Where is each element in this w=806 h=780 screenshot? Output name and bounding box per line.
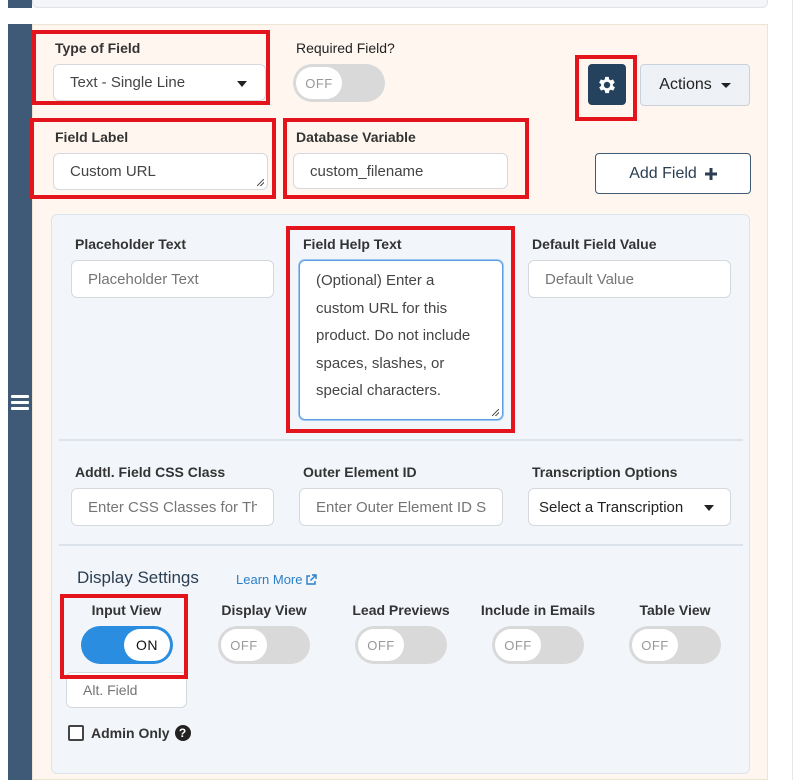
settings-button[interactable]	[588, 64, 626, 105]
admin-only-label: Admin Only	[91, 725, 170, 741]
field-label-input[interactable]: Custom URL	[53, 153, 268, 190]
default-field-value-input[interactable]	[528, 260, 731, 298]
learn-more-link[interactable]: Learn More	[236, 572, 318, 587]
table-view-label: Table View	[639, 602, 711, 618]
hamburger-icon	[11, 392, 29, 413]
chevron-down-icon	[237, 81, 247, 87]
actions-label: Actions	[659, 76, 712, 93]
actions-dropdown[interactable]: Actions	[640, 64, 750, 106]
display-view-label: Display View	[221, 602, 307, 618]
input-view-state: ON	[124, 629, 170, 661]
input-view-toggle[interactable]: ON	[81, 626, 173, 664]
field-help-text-textarea[interactable]: (Optional) Enter a custom URL for this p…	[299, 260, 503, 420]
database-variable-input[interactable]: custom_filename	[293, 153, 508, 189]
transcription-select[interactable]: Select a Transcription	[528, 488, 731, 526]
admin-only-row: Admin Only ?	[68, 725, 191, 741]
transcription-options-label: Transcription Options	[532, 464, 678, 480]
drag-handle[interactable]	[8, 24, 32, 780]
display-settings-title: Display Settings	[77, 568, 199, 587]
lead-previews-toggle[interactable]: OFF	[355, 626, 447, 664]
learn-more-text: Learn More	[236, 572, 303, 587]
outer-element-id-label: Outer Element ID	[303, 464, 417, 480]
display-view-state: OFF	[221, 629, 267, 661]
display-view-toggle[interactable]: OFF	[218, 626, 310, 664]
alt-field-input[interactable]	[66, 672, 187, 708]
lead-previews-state: OFF	[358, 629, 404, 661]
css-class-input[interactable]	[71, 488, 274, 526]
outer-element-id-input[interactable]	[299, 488, 503, 526]
required-field-label: Required Field?	[296, 40, 395, 56]
include-in-emails-state: OFF	[495, 629, 541, 661]
add-field-label: Add Field	[629, 164, 697, 182]
default-field-value-label: Default Field Value	[532, 236, 657, 252]
include-in-emails-toggle[interactable]: OFF	[492, 626, 584, 664]
transcription-value: Select a Transcription	[539, 498, 684, 516]
plus-icon	[704, 167, 717, 180]
table-view-toggle[interactable]: OFF	[629, 626, 721, 664]
field-help-text-value: (Optional) Enter a custom URL for this p…	[316, 272, 471, 399]
css-class-label: Addtl. Field CSS Class	[75, 464, 226, 480]
help-icon[interactable]: ?	[174, 725, 191, 741]
required-toggle-state: OFF	[296, 67, 342, 99]
type-of-field-value: Text - Single Line	[70, 74, 186, 91]
external-link-icon	[306, 573, 318, 585]
section-divider	[59, 544, 743, 546]
chevron-down-icon	[704, 505, 714, 511]
field-label-heading: Field Label	[55, 129, 129, 145]
gear-icon	[599, 76, 615, 93]
field-help-text-label: Field Help Text	[303, 236, 402, 252]
database-variable-label: Database Variable	[296, 129, 416, 145]
lead-previews-label: Lead Previews	[352, 602, 450, 618]
add-field-button[interactable]: Add Field	[595, 153, 751, 194]
placeholder-text-label: Placeholder Text	[75, 236, 187, 252]
previous-field-card	[32, 0, 768, 8]
table-view-state: OFF	[632, 629, 678, 661]
database-variable-value: custom_filename	[310, 162, 424, 180]
required-field-toggle[interactable]: OFF	[293, 64, 385, 102]
type-of-field-label: Type of Field	[55, 40, 141, 56]
input-view-label: Input View	[91, 602, 162, 618]
include-in-emails-label: Include in Emails	[480, 602, 596, 618]
chevron-down-icon	[720, 82, 731, 88]
field-label-value: Custom URL	[70, 163, 156, 180]
admin-only-checkbox[interactable]	[68, 725, 84, 741]
type-of-field-select[interactable]: Text - Single Line	[53, 64, 266, 101]
top-drag-bar	[8, 0, 32, 8]
section-divider	[59, 439, 743, 441]
scrollbar[interactable]	[792, 0, 806, 780]
placeholder-text-input[interactable]	[71, 260, 274, 298]
